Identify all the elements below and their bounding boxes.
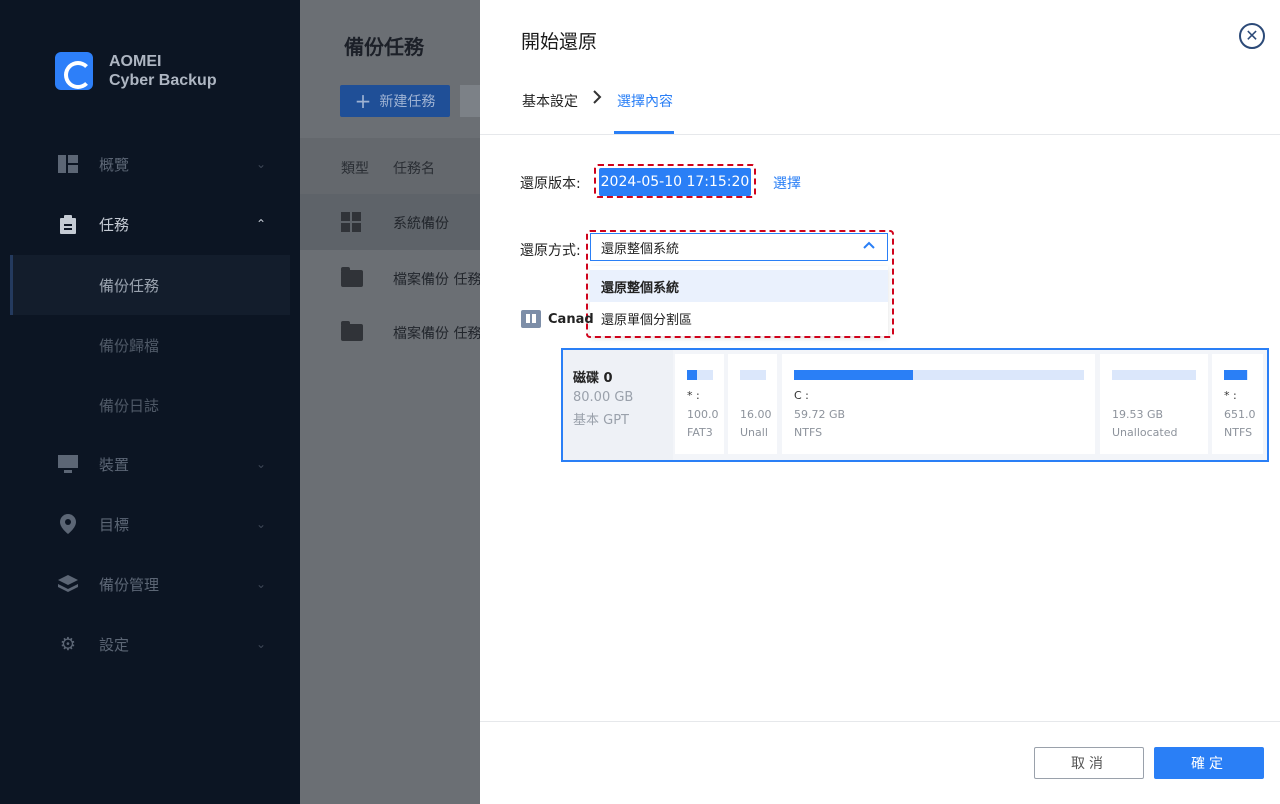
- column-header-type: 類型: [341, 161, 369, 177]
- monitor-icon: [58, 454, 78, 474]
- usage-bar: [687, 370, 713, 380]
- chevron-up-icon: ⌃: [256, 217, 267, 231]
- new-task-label: 新建任務: [379, 94, 436, 110]
- page-title: 備份任務: [344, 35, 424, 59]
- chevron-down-icon: ⌄: [256, 517, 267, 531]
- dashboard-icon: [58, 154, 78, 174]
- confirm-button[interactable]: 確定: [1154, 747, 1264, 779]
- partition-size: 19.53 GB: [1112, 408, 1164, 421]
- partition-fs: Unallocated: [1112, 426, 1178, 439]
- sidebar-item-label: 備份歸檔: [99, 336, 160, 355]
- disk-info: 磁碟 0 80.00 GB 基本 GPT: [563, 350, 673, 460]
- chevron-down-icon: ⌄: [256, 577, 267, 591]
- close-icon[interactable]: ✕: [1239, 23, 1265, 49]
- sidebar-item-label: 裝置: [99, 455, 130, 474]
- windows-pc-icon: [521, 310, 541, 328]
- folder-icon: [341, 267, 363, 287]
- usage-fill: [794, 370, 913, 380]
- sidebar-item-label: 任務: [99, 215, 130, 234]
- disk-name: 磁碟 0: [573, 371, 613, 386]
- sidebar: AOMEI Cyber Backup 概覽 ⌄ 任務 ⌃ 備份任務 備份歸檔 備…: [0, 0, 300, 804]
- partition-block[interactable]: 19.53 GB Unallocated: [1100, 354, 1208, 454]
- partition-block[interactable]: * : 100.0 FAT3: [675, 354, 724, 454]
- sidebar-item-label: 備份日誌: [99, 396, 160, 415]
- disk-type: 基本 GPT: [573, 413, 629, 428]
- sidebar-item-backup-tasks[interactable]: 備份任務: [10, 255, 290, 315]
- highlight-box: [594, 164, 756, 198]
- sidebar-item-settings[interactable]: ⚙ 設定 ⌄: [0, 614, 300, 674]
- partition-size: 16.00: [740, 408, 772, 421]
- chevron-right-icon: [592, 90, 602, 108]
- brand-logo: AOMEI Cyber Backup: [55, 52, 217, 90]
- usage-fill: [1224, 370, 1247, 380]
- partition-block[interactable]: 16.00 Unall: [728, 354, 777, 454]
- partition-fs: FAT3: [687, 426, 713, 439]
- app-root: AOMEI Cyber Backup 概覽 ⌄ 任務 ⌃ 備份任務 備份歸檔 備…: [0, 0, 1280, 804]
- windows-icon: [341, 212, 363, 232]
- footer-divider: [480, 721, 1280, 722]
- sidebar-item-devices[interactable]: 裝置 ⌄: [0, 434, 300, 494]
- disk-map[interactable]: 磁碟 0 80.00 GB 基本 GPT * : 100.0 FAT3 16.0…: [561, 348, 1269, 462]
- sidebar-item-backup-management[interactable]: 備份管理 ⌄: [0, 554, 300, 614]
- usage-bar: [740, 370, 766, 380]
- partition-fs: NTFS: [1224, 426, 1253, 439]
- partition-block[interactable]: C : 59.72 GB NTFS: [782, 354, 1095, 454]
- partition-block[interactable]: * : 651.0 NTFS: [1212, 354, 1263, 454]
- computer-row: Canad: [521, 310, 594, 328]
- sidebar-item-tasks[interactable]: 任務 ⌃: [0, 194, 300, 254]
- partition-letter: * :: [1224, 389, 1237, 402]
- task-name: 檔案備份 任務: [393, 326, 482, 342]
- sidebar-item-label: 設定: [99, 635, 130, 654]
- sidebar-item-label: 備份管理: [99, 575, 160, 594]
- brand-product: Cyber Backup: [109, 72, 217, 89]
- task-name: 檔案備份 任務: [393, 272, 482, 288]
- usage-bar: [794, 370, 1084, 380]
- task-name: 系統備份: [393, 216, 449, 232]
- sidebar-item-backup-log[interactable]: 備份日誌: [10, 375, 290, 435]
- column-header-name: 任務名: [393, 161, 435, 177]
- usage-bar: [1112, 370, 1196, 380]
- sidebar-item-targets[interactable]: 目標 ⌄: [0, 494, 300, 554]
- restore-method-label: 還原方式:: [520, 243, 581, 259]
- brand-name: AOMEI: [109, 53, 162, 70]
- partition-size: 100.0: [687, 408, 719, 421]
- chevron-down-icon: ⌄: [256, 157, 267, 171]
- restore-version-label: 還原版本:: [520, 176, 581, 192]
- usage-bar: [1224, 370, 1248, 380]
- sidebar-item-backup-archive[interactable]: 備份歸檔: [10, 315, 290, 375]
- highlight-box: [586, 230, 894, 338]
- select-version-link[interactable]: 選擇: [773, 173, 801, 193]
- restore-dialog: 開始還原 ✕ 基本設定 選擇內容 還原版本: 2024-05-10 17:15:…: [480, 0, 1280, 804]
- chevron-down-icon: ⌄: [256, 457, 267, 471]
- plus-icon: +: [354, 89, 372, 113]
- new-task-button[interactable]: + 新建任務: [340, 85, 450, 117]
- partition-letter: C :: [794, 389, 809, 402]
- sidebar-item-overview[interactable]: 概覽 ⌄: [0, 134, 300, 194]
- partition-letter: * :: [687, 389, 700, 402]
- partition-fs: NTFS: [794, 426, 823, 439]
- partition-fs: Unall: [740, 426, 768, 439]
- step-basic-settings[interactable]: 基本設定: [522, 91, 578, 111]
- usage-fill: [687, 370, 698, 380]
- partition-size: 59.72 GB: [794, 408, 846, 421]
- divider: [480, 134, 1280, 135]
- disk-size: 80.00 GB: [573, 390, 634, 405]
- partition-size: 651.0: [1224, 408, 1256, 421]
- cancel-button[interactable]: 取消: [1034, 747, 1144, 779]
- chevron-down-icon: ⌄: [256, 637, 267, 651]
- sidebar-item-label: 備份任務: [99, 276, 160, 295]
- sidebar-item-label: 目標: [99, 515, 130, 534]
- computer-name: Canad: [548, 311, 594, 327]
- location-pin-icon: [58, 514, 78, 534]
- logo-icon: [55, 52, 93, 90]
- clipboard-icon: [58, 214, 78, 234]
- layers-icon: [58, 574, 78, 594]
- step-select-content[interactable]: 選擇內容: [617, 91, 673, 111]
- gear-icon: ⚙: [59, 633, 77, 655]
- folder-icon: [341, 321, 363, 341]
- sidebar-item-label: 概覽: [99, 155, 130, 174]
- dialog-title: 開始還原: [521, 31, 598, 53]
